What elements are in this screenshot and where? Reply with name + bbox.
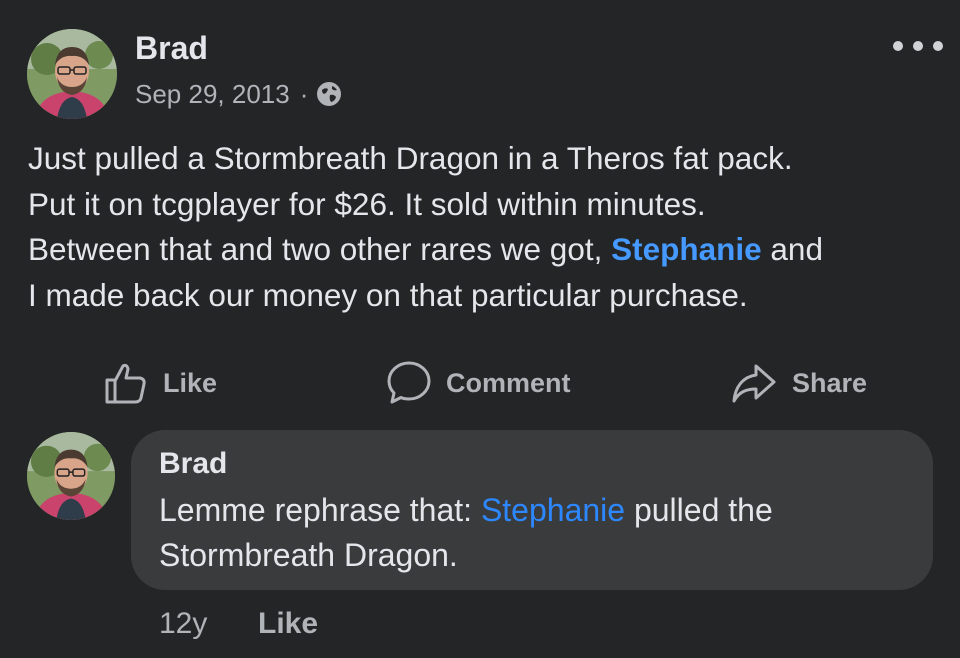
post-line-text: and bbox=[761, 231, 823, 267]
share-button[interactable]: Share bbox=[730, 358, 867, 408]
post-date[interactable]: Sep 29, 2013 bbox=[135, 78, 290, 110]
avatar-photo bbox=[27, 432, 115, 520]
more-options-icon bbox=[893, 41, 903, 51]
post-author-name[interactable]: Brad bbox=[135, 29, 208, 67]
comment-bubble[interactable]: Brad Lemme rephrase that: Stephanie pull… bbox=[131, 430, 933, 590]
post-line: Put it on tcgplayer for $26. It sold wit… bbox=[28, 185, 706, 222]
post-line: Between that and two other rares we got,… bbox=[28, 227, 938, 273]
like-label: Like bbox=[163, 367, 218, 398]
mention-link[interactable]: Stephanie bbox=[611, 231, 762, 267]
avatar-photo bbox=[27, 29, 117, 119]
author-avatar[interactable] bbox=[27, 29, 117, 119]
more-options-dot bbox=[933, 41, 943, 51]
comment-timestamp[interactable]: 12y bbox=[159, 606, 207, 642]
post-line: Just pulled a Stormbreath Dragon in a Th… bbox=[28, 140, 793, 176]
comment-text: Lemme rephrase that: Stephanie pulled th… bbox=[159, 488, 919, 578]
more-options-dot bbox=[913, 41, 923, 51]
comment-bubble-icon bbox=[387, 361, 431, 404]
thumbs-up-icon bbox=[105, 363, 146, 404]
globe-icon[interactable] bbox=[316, 81, 342, 107]
mention-link[interactable]: Stephanie bbox=[481, 492, 625, 528]
comment-button[interactable]: Comment bbox=[386, 358, 571, 408]
share-arrow-icon bbox=[732, 364, 776, 403]
comment-line: Lemme rephrase that: Stephanie pulled th… bbox=[159, 488, 919, 533]
comment-text-segment: Lemme rephrase that: bbox=[159, 492, 481, 528]
post-body: Just pulled a Stormbreath Dragon in a Th… bbox=[28, 136, 938, 318]
meta-separator: · bbox=[299, 79, 309, 109]
comment-line: Stormbreath Dragon. bbox=[159, 537, 458, 573]
like-button[interactable]: Like bbox=[103, 358, 217, 408]
post-line: I made back our money on that particular… bbox=[28, 276, 748, 313]
commenter-avatar[interactable] bbox=[27, 432, 115, 520]
comment-label: Comment bbox=[446, 367, 571, 398]
comment-author-name[interactable]: Brad bbox=[159, 446, 227, 482]
comment-like-button[interactable]: Like bbox=[258, 606, 318, 642]
share-label: Share bbox=[792, 367, 868, 398]
more-options-button[interactable] bbox=[893, 33, 943, 59]
post-meta: Sep 29, 2013 · bbox=[135, 78, 342, 110]
post-line-text: Between that and two other rares we got, bbox=[28, 231, 603, 267]
comment-text-segment: pulled the bbox=[625, 492, 773, 528]
